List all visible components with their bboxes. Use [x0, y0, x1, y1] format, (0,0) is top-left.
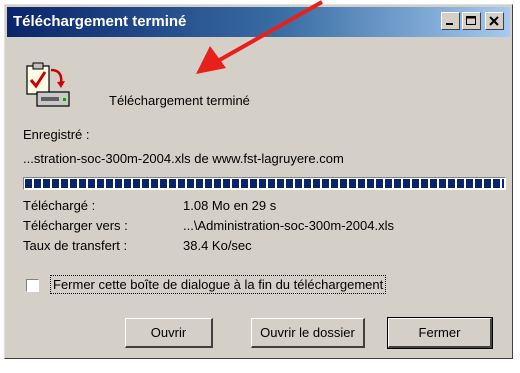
progress-fill [25, 179, 504, 188]
header-text: Téléchargement terminé [109, 93, 250, 108]
red-arrow-icon [196, 0, 323, 74]
minimize-icon [446, 23, 453, 25]
download-complete-icon [26, 62, 70, 107]
transfer-rate-value: 38.4 Ko/sec [183, 238, 252, 253]
close-on-finish-checkbox[interactable] [26, 279, 39, 292]
close-dialog-button[interactable]: Fermer [387, 317, 493, 349]
saved-label: Enregistré : [23, 127, 90, 142]
window-title: Téléchargement terminé [13, 13, 187, 30]
saved-source: ...stration-soc-300m-2004.xls de www.fst… [23, 151, 344, 166]
open-button-label: Ouvrir [150, 325, 187, 340]
open-button[interactable]: Ouvrir [125, 318, 213, 348]
close-icon [489, 16, 499, 26]
close-button[interactable] [485, 12, 504, 30]
maximize-button[interactable] [462, 12, 481, 30]
open-folder-button[interactable]: Ouvrir le dossier [251, 318, 365, 348]
downloaded-value: 1.08 Mo en 29 s [183, 198, 277, 213]
transfer-rate-label: Taux de transfert : [23, 238, 128, 253]
close-dialog-button-label: Fermer [418, 325, 461, 340]
downloaded-label: Téléchargé : [23, 198, 96, 213]
title-buttons [441, 12, 504, 30]
close-on-finish-label[interactable]: Fermer cette boîte de dialogue à la fin … [50, 275, 387, 294]
download-progress [23, 177, 506, 190]
open-folder-button-label: Ouvrir le dossier [260, 325, 355, 340]
destination-label: Télécharger vers : [23, 218, 128, 233]
maximize-icon [466, 16, 476, 25]
destination-value: ...\Administration-soc-300m-2004.xls [183, 218, 394, 233]
minimize-button[interactable] [441, 12, 460, 30]
